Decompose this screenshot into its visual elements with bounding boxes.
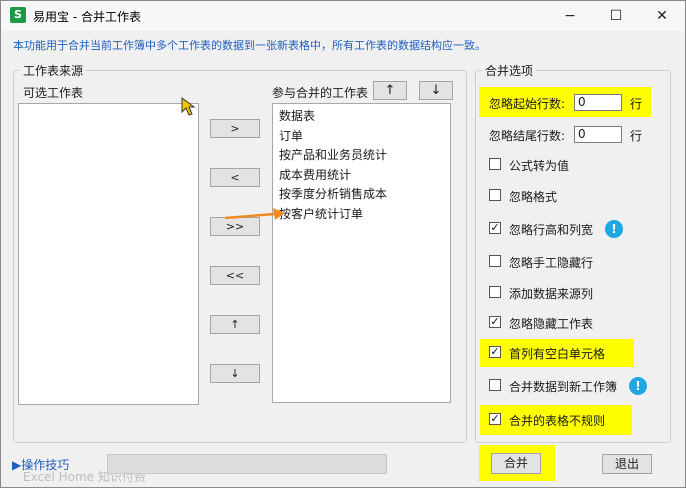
merge-sheets-label: 参与合并的工作表 (272, 86, 369, 100)
sheet-source-legend: 工作表来源 (23, 64, 84, 78)
checkbox[interactable]: ✓ (489, 222, 501, 234)
checkbox[interactable] (489, 189, 501, 201)
checkbox[interactable]: ✓ (489, 346, 501, 358)
checkbox[interactable] (489, 286, 501, 298)
list-item[interactable]: 数据表 (273, 107, 450, 127)
checkbox[interactable] (489, 379, 501, 391)
annotation-arrow-icon (224, 208, 285, 220)
app-icon: S (10, 7, 26, 23)
merge-sheets-list[interactable]: 数据表 订单 按产品和业务员统计 成本费用统计 按季度分析销售成本 按客户统计订… (272, 103, 451, 403)
maximize-button[interactable]: ☐ (593, 1, 639, 31)
option-label: 添加数据来源列 (509, 287, 594, 301)
skip-start-rows-input[interactable]: 0 (574, 94, 622, 111)
mouse-cursor-icon (181, 97, 196, 116)
available-sheets-list[interactable] (18, 103, 199, 405)
exit-button[interactable]: 退出 (602, 454, 652, 474)
progress-bar (107, 454, 387, 474)
option-label: 合并的表格不规则 (509, 414, 606, 428)
close-button[interactable]: ✕ (639, 1, 685, 31)
description-text: 本功能用于合并当前工作簿中多个工作表的数据到一张新表格中，所有工作表的数据结构应… (13, 39, 486, 52)
merge-sheets-dialog: S 易用宝 - 合并工作表 − ☐ ✕ 本功能用于合并当前工作簿中多个工作表的数… (0, 0, 686, 488)
option-label: 忽略隐藏工作表 (509, 317, 594, 331)
skip-start-rows-unit: 行 (630, 97, 643, 111)
add-sheet-button[interactable]: > (210, 119, 260, 138)
move-down-button[interactable]: ↓ (210, 364, 260, 383)
title-bar: S 易用宝 - 合并工作表 − ☐ ✕ (1, 1, 685, 31)
minimize-button[interactable]: − (547, 1, 593, 31)
skip-start-rows-label: 忽略起始行数: (489, 97, 566, 111)
checkbox[interactable]: ✓ (489, 413, 501, 425)
merge-button[interactable]: 合并 (491, 453, 541, 474)
move-up-button[interactable]: ↑ (210, 315, 260, 334)
option-label: 忽略手工隐藏行 (509, 256, 594, 270)
info-icon[interactable]: ! (629, 377, 647, 395)
order-up-button[interactable]: ↑ (373, 81, 407, 100)
option-label: 首列有空白单元格 (509, 347, 606, 361)
list-item[interactable]: 订单 (273, 127, 450, 147)
skip-end-rows-input[interactable]: 0 (574, 126, 622, 143)
option-label: 公式转为值 (509, 159, 570, 173)
list-item[interactable]: 按客户统计订单 (273, 205, 450, 225)
skip-end-rows-label: 忽略结尾行数: (489, 129, 566, 143)
option-label: 忽略行高和列宽 (509, 223, 594, 237)
option-label: 忽略格式 (509, 190, 558, 204)
checkbox[interactable] (489, 158, 501, 170)
merge-options-legend: 合并选项 (485, 64, 534, 78)
available-sheets-label: 可选工作表 (23, 86, 84, 100)
checkbox[interactable] (489, 255, 501, 267)
window-title: 易用宝 - 合并工作表 (33, 10, 141, 24)
remove-sheet-button[interactable]: < (210, 168, 260, 187)
info-icon[interactable]: ! (605, 220, 623, 238)
list-item[interactable]: 成本费用统计 (273, 166, 450, 186)
option-label: 合并数据到新工作簿 (509, 380, 618, 394)
list-item[interactable]: 按季度分析销售成本 (273, 185, 450, 205)
list-item[interactable]: 按产品和业务员统计 (273, 146, 450, 166)
remove-all-sheets-button[interactable]: << (210, 266, 260, 285)
order-down-button[interactable]: ↓ (419, 81, 453, 100)
skip-end-rows-unit: 行 (630, 129, 643, 143)
checkbox[interactable]: ✓ (489, 316, 501, 328)
